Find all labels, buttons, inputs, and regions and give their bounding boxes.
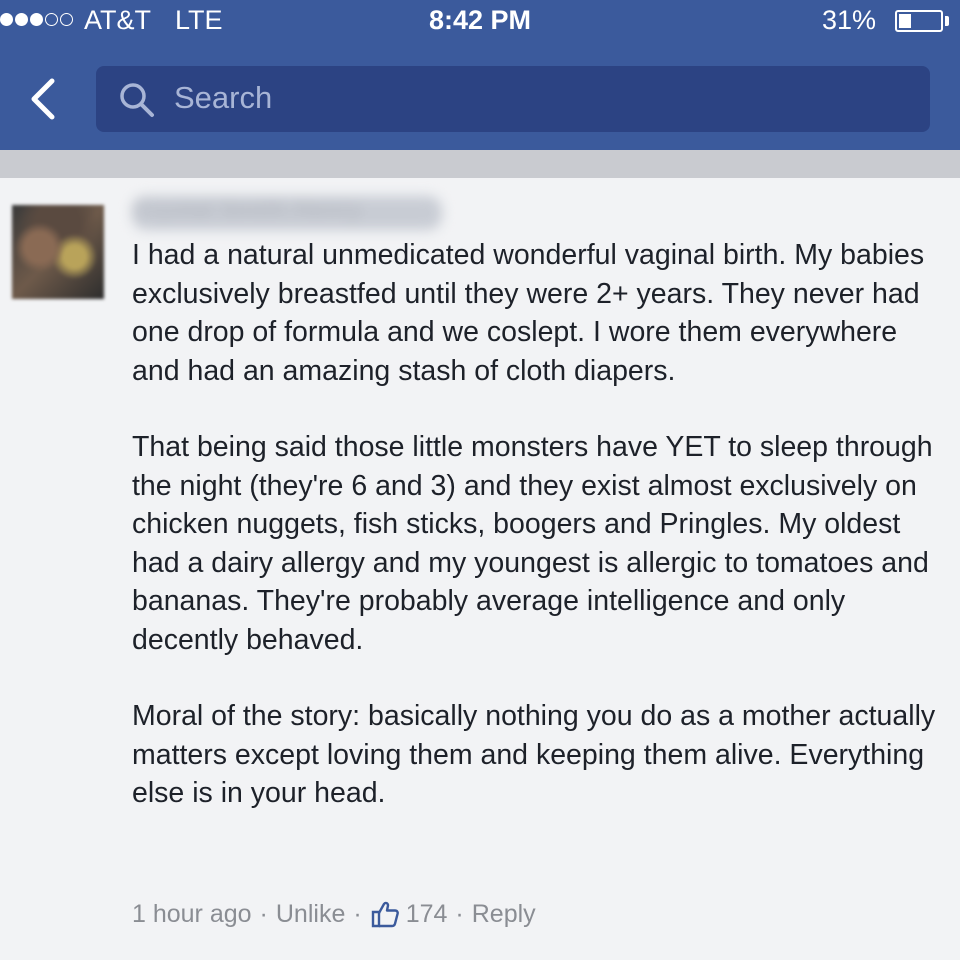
thumbs-up-icon: [371, 901, 399, 928]
battery-tip: [945, 16, 949, 26]
search-icon: [120, 83, 154, 117]
nav-bar: Search: [0, 44, 960, 150]
like-count[interactable]: 174: [406, 900, 448, 929]
separator: ·: [259, 899, 268, 928]
status-time: 8:42 PM: [428, 5, 532, 35]
comment-body: I had a natural unmedicated wonderful va…: [132, 236, 942, 813]
back-button[interactable]: [18, 74, 68, 124]
separator: ·: [455, 899, 464, 928]
comment-paragraph: That being said those little monsters ha…: [132, 431, 933, 656]
avatar[interactable]: [12, 205, 104, 299]
search-input[interactable]: Search: [96, 66, 930, 132]
unlike-button[interactable]: Unlike: [276, 900, 345, 929]
header-divider: [0, 150, 960, 178]
chevron-left-icon: [31, 78, 55, 120]
battery-icon: [895, 10, 943, 32]
separator: ·: [353, 899, 362, 928]
comment-meta: 1 hour ago · Unlike · 174 · Reply: [132, 896, 536, 932]
author-name-blurred[interactable]: Crystal Smith Henry: [132, 196, 442, 230]
battery-level: [899, 14, 911, 28]
comment-paragraph: I had a natural unmedicated wonderful va…: [132, 239, 925, 387]
comment-paragraph: Moral of the story: basically nothing yo…: [132, 700, 936, 809]
timestamp[interactable]: 1 hour ago: [132, 900, 252, 929]
app-header: AT&T LTE 8:42 PM 31% Search: [0, 0, 960, 150]
search-placeholder: Search: [174, 80, 273, 115]
status-bar: AT&T LTE 8:42 PM 31%: [0, 0, 960, 44]
reply-button[interactable]: Reply: [472, 900, 536, 929]
battery-percent: 31%: [822, 5, 877, 35]
